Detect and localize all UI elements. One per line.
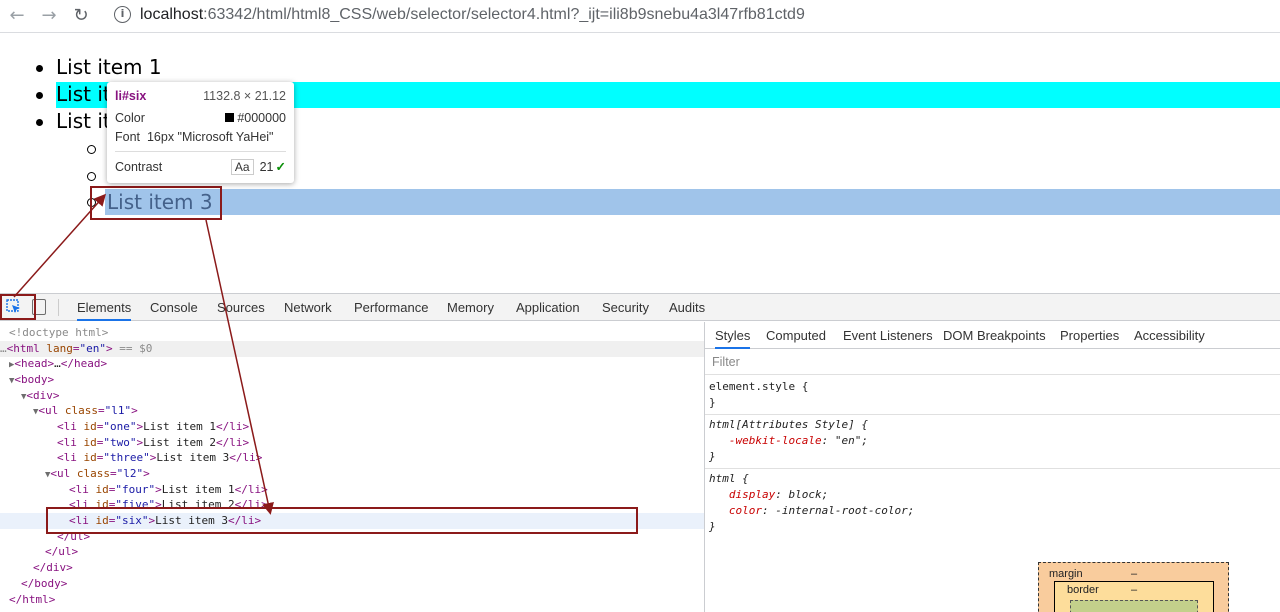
devtools-tabbar: Elements Console Sources Network Perform…: [0, 294, 1280, 321]
reload-icon[interactable]: ↻: [68, 4, 94, 28]
dom-node-head[interactable]: ▶<head>…</head>: [0, 356, 704, 372]
annotation-box-page: [90, 186, 222, 220]
styles-filter-input[interactable]: Filter: [712, 355, 740, 369]
info-icon[interactable]: i: [114, 6, 131, 23]
dom-node-li-two[interactable]: <li id="two">List item 2</li>: [0, 435, 704, 451]
dom-node-div[interactable]: ▼<div>: [0, 388, 704, 404]
address-bar[interactable]: localhost:63342/html/html8_CSS/web/selec…: [140, 4, 805, 26]
devtools-panel: Elements Console Sources Network Perform…: [0, 293, 1280, 612]
box-model-border: border –: [1054, 581, 1214, 612]
check-icon: ✓: [275, 160, 286, 174]
tab-application[interactable]: Application: [516, 294, 580, 321]
dom-node-ul-l1-close[interactable]: </ul>: [0, 544, 704, 560]
tooltip-font-value: 16px "Microsoft YaHei": [146, 130, 274, 144]
dom-node-li-four[interactable]: <li id="four">List item 1</li>: [0, 482, 704, 498]
rule-divider: [705, 468, 1280, 469]
list-item: List it: [56, 109, 111, 133]
annotation-box-inspect: [0, 294, 36, 320]
color-swatch-icon: [225, 113, 235, 122]
styles-pane: Styles Computed Event Listeners DOM Brea…: [704, 322, 1280, 612]
border-value[interactable]: –: [1131, 584, 1137, 596]
inspect-tooltip: li#six 1132.8 × 21.12 Color #000000 Font…: [107, 82, 294, 183]
tab-elements[interactable]: Elements: [77, 294, 132, 321]
browser-toolbar: ← → ↻ i localhost:63342/html/html8_CSS/w…: [0, 0, 1280, 33]
tab-dom-breakpoints[interactable]: DOM Breakpoints: [943, 322, 1046, 349]
tab-sources[interactable]: Sources: [217, 294, 265, 321]
dom-node-body[interactable]: ▼<body>: [0, 372, 704, 388]
rule-element-style[interactable]: element.style { }: [709, 379, 808, 411]
toolbar-divider: [58, 299, 59, 316]
tooltip-color-label: Color: [115, 111, 145, 125]
url-path: :63342/html/html8_CSS/web/selector/selec…: [203, 6, 805, 23]
tab-console[interactable]: Console: [150, 294, 198, 321]
tab-memory[interactable]: Memory: [447, 294, 494, 321]
tab-properties[interactable]: Properties: [1060, 322, 1119, 349]
dom-node-body-close[interactable]: </body>: [0, 576, 704, 592]
dom-node-doctype[interactable]: <!doctype html>: [0, 325, 704, 341]
dom-node-ul-l1[interactable]: ▼<ul class="l1">: [0, 403, 704, 419]
tooltip-divider: [115, 151, 286, 152]
annotation-box-dom: [46, 507, 638, 534]
tooltip-contrast-value: Aa 21 ✓: [230, 159, 286, 175]
list-item: List item 1: [56, 55, 162, 79]
rule-html[interactable]: html { display: block; color: -internal-…: [709, 471, 914, 535]
back-arrow-icon[interactable]: ←: [4, 4, 30, 28]
dom-node-ul-l2[interactable]: ▼<ul class="l2">: [0, 466, 704, 482]
tab-performance[interactable]: Performance: [354, 294, 428, 321]
tooltip-color-value: #000000: [225, 111, 286, 125]
tab-accessibility[interactable]: Accessibility: [1134, 322, 1205, 349]
tab-network[interactable]: Network: [284, 294, 332, 321]
rule-attributes-style[interactable]: html[Attributes Style] { -webkit-locale:…: [709, 417, 868, 465]
tab-event-listeners[interactable]: Event Listeners: [843, 322, 933, 349]
contrast-aa-badge: Aa: [230, 159, 254, 175]
dom-node-html[interactable]: …<html lang="en"> == $0: [0, 341, 704, 357]
filter-divider: [705, 374, 1280, 375]
styles-tabbar: Styles Computed Event Listeners DOM Brea…: [705, 322, 1280, 349]
border-label: border: [1067, 584, 1099, 596]
dom-node-li-one[interactable]: <li id="one">List item 1</li>: [0, 419, 704, 435]
box-model-padding: [1070, 600, 1198, 612]
forward-arrow-icon[interactable]: →: [36, 4, 62, 28]
bullet-icon: [36, 92, 43, 99]
tab-styles[interactable]: Styles: [715, 322, 751, 349]
margin-label: margin: [1049, 568, 1083, 580]
url-host: localhost: [140, 6, 204, 23]
dom-node-li-three[interactable]: <li id="three">List item 3</li>: [0, 450, 704, 466]
dom-node-div-close[interactable]: </div>: [0, 560, 704, 576]
tab-audits[interactable]: Audits: [669, 294, 705, 321]
elements-tree: <!doctype html> …<html lang="en"> == $0 …: [0, 322, 704, 612]
selected-element-highlight: [105, 189, 1280, 215]
bullet-icon: [36, 119, 43, 126]
tab-computed[interactable]: Computed: [766, 322, 826, 349]
bullet-icon: [36, 65, 43, 72]
margin-value[interactable]: –: [1131, 568, 1137, 580]
tab-security[interactable]: Security: [602, 294, 649, 321]
dom-node-html-close[interactable]: </html>: [0, 592, 704, 608]
rule-divider: [705, 414, 1280, 415]
tooltip-contrast-label: Contrast: [115, 160, 163, 174]
circle-bullet-icon: [87, 172, 96, 181]
box-model-diagram: margin – border –: [1038, 562, 1229, 612]
tooltip-selector: li#six: [115, 89, 147, 103]
tooltip-dimensions: 1132.8 × 21.12: [203, 89, 286, 103]
tooltip-font-label: Font 16px "Microsoft YaHei": [115, 130, 274, 144]
list-item: List it: [56, 82, 111, 106]
circle-bullet-icon: [87, 145, 96, 154]
